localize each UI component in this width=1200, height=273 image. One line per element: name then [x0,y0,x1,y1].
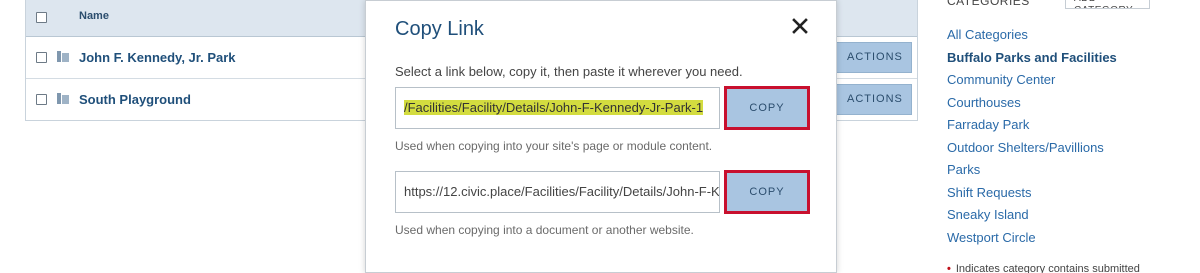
copy-link-dialog: Copy Link Select a link below, copy it, … [365,0,837,273]
submitted-indicator-icon: • [947,263,951,273]
category-legend-note: • Indicates category contains submitted [947,263,1140,273]
row-name-link[interactable]: South Playground [79,92,191,107]
category-item[interactable]: Farraday Park [947,117,1117,140]
absolute-link-text: https://12.civic.place/Facilities/Facili… [404,184,720,199]
category-legend-text: Indicates category contains submitted [955,263,1140,273]
absolute-link-field[interactable]: https://12.civic.place/Facilities/Facili… [395,171,720,213]
row-name-link[interactable]: John F. Kennedy, Jr. Park [79,50,236,65]
category-item[interactable]: All Categories [947,27,1117,50]
folder-icon [57,51,69,62]
absolute-link-help: Used when copying into a document or ano… [395,223,694,237]
category-item-active[interactable]: Buffalo Parks and Facilities [947,50,1117,73]
category-item[interactable]: Outdoor Shelters/Pavillions [947,140,1117,163]
copy-button-label: COPY [749,186,785,198]
folder-icon [57,93,69,104]
row-actions-button[interactable]: ACTIONS [832,42,912,73]
category-item[interactable]: Community Center [947,72,1117,95]
row-checkbox[interactable] [36,52,47,63]
copy-button-label: COPY [749,102,785,114]
category-item[interactable]: Courthouses [947,95,1117,118]
dialog-title: Copy Link [395,18,484,40]
add-category-button[interactable]: ADD CATEGORY [1065,0,1150,9]
category-item[interactable]: Shift Requests [947,185,1117,208]
categories-panel: CATEGORIES ADD CATEGORY All Categories B… [947,0,1200,273]
column-header-name[interactable]: Name [79,10,109,22]
select-all-checkbox[interactable] [36,12,47,23]
copy-absolute-link-button[interactable]: COPY [724,170,810,214]
category-item[interactable]: Westport Circle [947,230,1117,253]
category-item[interactable]: Parks [947,162,1117,185]
categories-title: CATEGORIES [947,0,1030,8]
dialog-instructions: Select a link below, copy it, then paste… [395,64,743,79]
row-actions-button[interactable]: ACTIONS [832,84,912,115]
copy-relative-link-button[interactable]: COPY [724,86,810,130]
row-checkbox[interactable] [36,94,47,105]
relative-link-help: Used when copying into your site's page … [395,139,713,153]
category-list: All Categories Buffalo Parks and Facilit… [947,27,1117,252]
relative-link-text: /Facilities/Facility/Details/John-F-Kenn… [404,100,704,115]
close-icon[interactable] [790,16,810,36]
relative-link-field[interactable]: /Facilities/Facility/Details/John-F-Kenn… [395,87,720,129]
category-item[interactable]: Sneaky Island [947,207,1117,230]
